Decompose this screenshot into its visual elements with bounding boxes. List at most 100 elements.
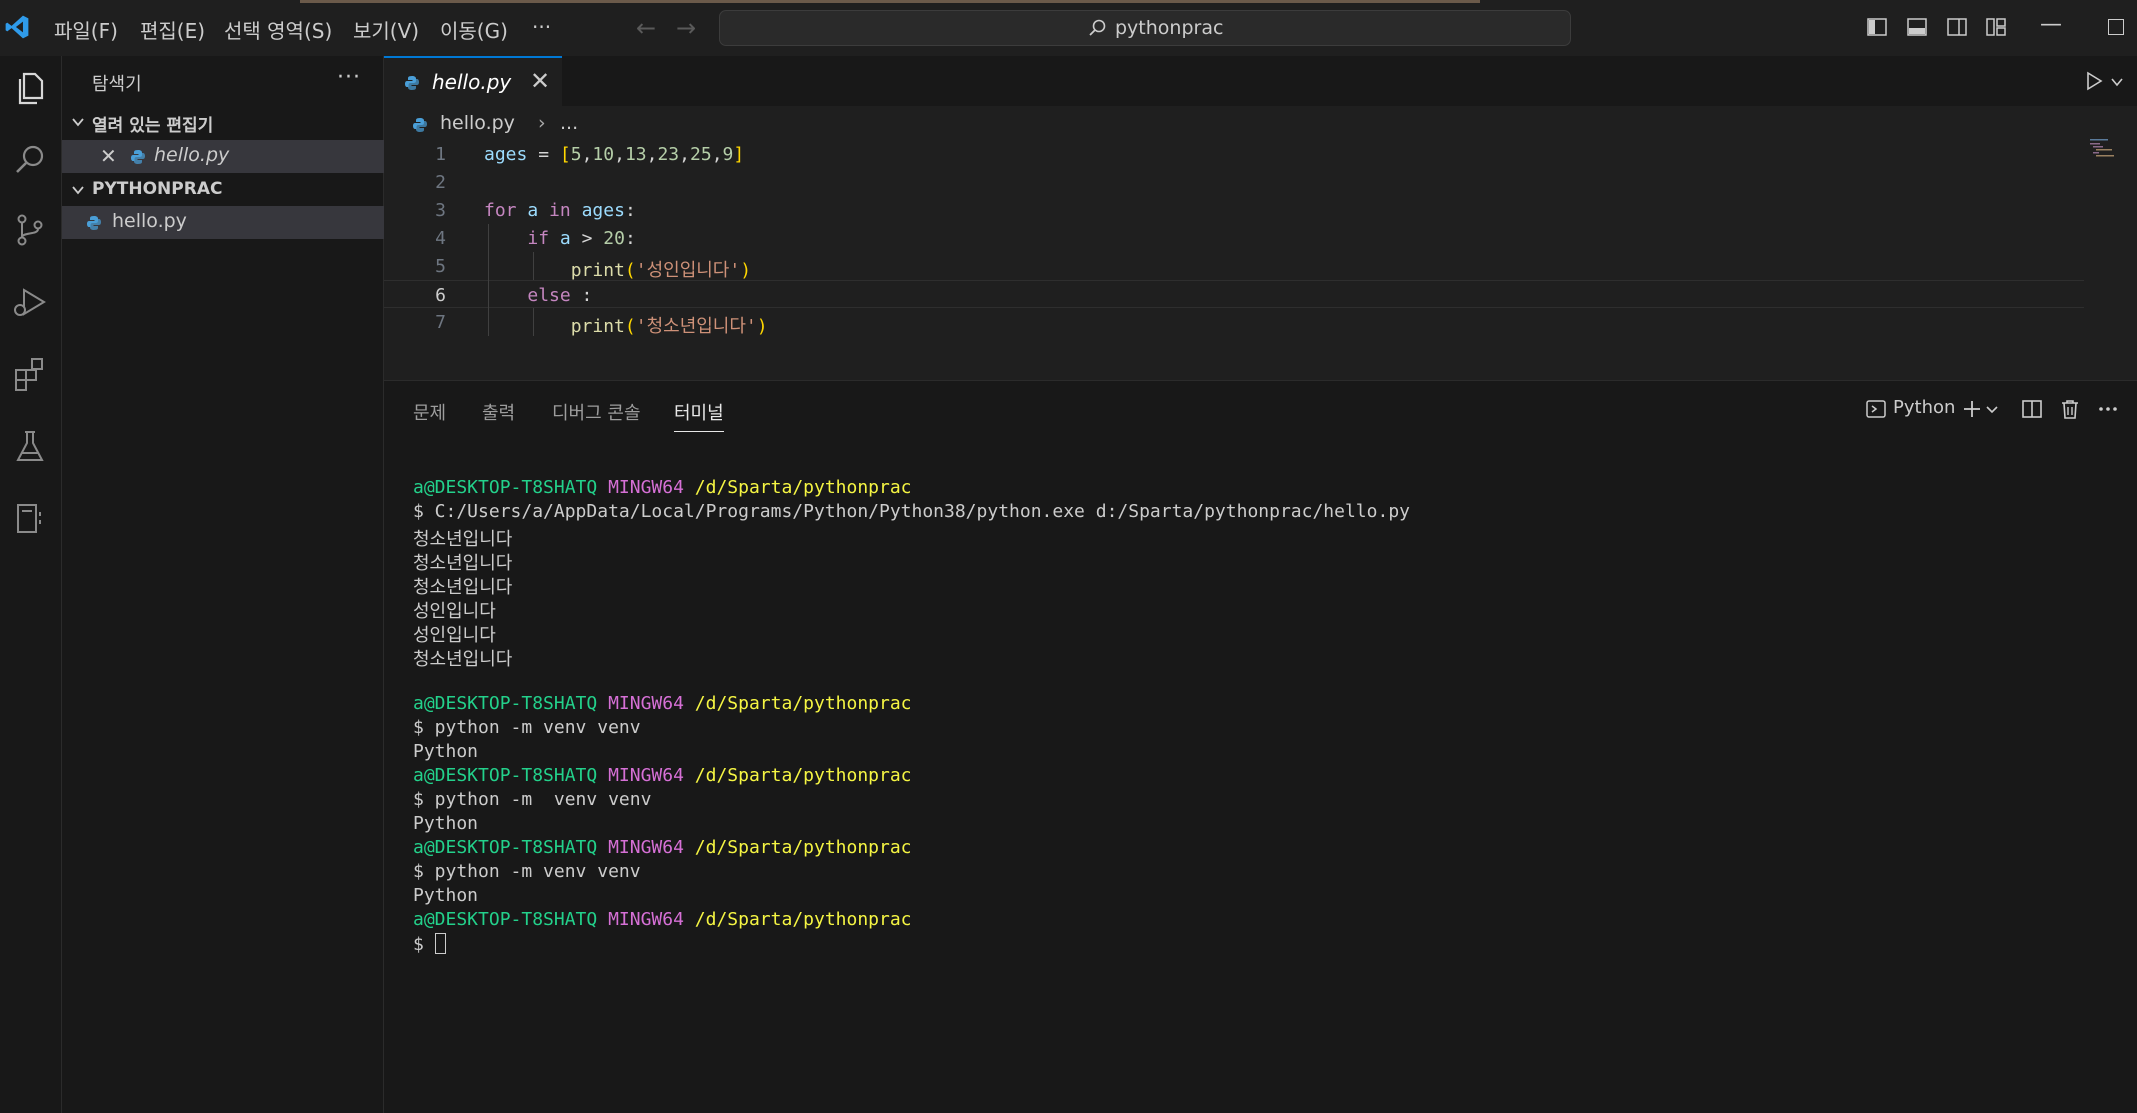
minimize-window-icon[interactable]: — [2040, 12, 2062, 37]
code-token: > [570, 228, 604, 249]
command-center-search[interactable]: pythonprac [719, 10, 1571, 46]
sidebar-more-actions[interactable]: ··· [337, 65, 361, 90]
panel-tab-terminal[interactable]: 터미널 [674, 399, 724, 432]
panel-tab-debug-console[interactable]: 디버그 콘솔 [552, 399, 641, 425]
extensions-icon[interactable] [10, 354, 50, 394]
search-icon [1089, 19, 1106, 36]
code-token: ) [740, 260, 752, 281]
code-token: = [527, 144, 560, 165]
editor-tab-bar: hello.py ✕ [384, 56, 2137, 106]
chevron-down-icon [72, 118, 84, 127]
code-text: if a > 20: [484, 228, 635, 249]
breadcrumb-more[interactable]: ... [560, 112, 578, 134]
code-token: print [570, 260, 625, 281]
split-terminal-icon[interactable] [2021, 398, 2043, 420]
toggle-secondary-sidebar-icon[interactable] [1946, 16, 1968, 38]
code-token: , [581, 144, 593, 165]
run-debug-icon[interactable] [10, 282, 50, 322]
chevron-down-icon[interactable] [1984, 398, 2000, 420]
vscode-logo-icon [5, 15, 29, 39]
code-token: print [570, 316, 625, 337]
menu-more[interactable]: ··· [532, 15, 551, 39]
indent-guide [533, 252, 534, 280]
nav-back-icon[interactable]: ← [636, 14, 656, 42]
nav-forward-icon[interactable]: → [676, 14, 696, 42]
prompt-path: /d/Sparta/pythonprac [694, 765, 912, 786]
terminal-line: Python [413, 741, 478, 765]
terminal-text: 청소년입니다 [413, 553, 513, 574]
breadcrumb-file[interactable]: hello.py [440, 112, 515, 134]
menu-go[interactable]: 이동(G) [440, 15, 508, 44]
maximize-window-icon[interactable] [2108, 19, 2124, 35]
close-editor-icon[interactable]: ✕ [100, 144, 117, 168]
code-text: print('청소년입니다') [484, 312, 768, 338]
code-token: , [614, 144, 625, 165]
remote-explorer-icon[interactable] [10, 498, 50, 538]
run-python-file-icon[interactable] [2084, 71, 2104, 91]
minimap[interactable] [2088, 138, 2116, 158]
chevron-down-icon[interactable] [2110, 75, 2124, 89]
code-token: , [711, 144, 723, 165]
source-control-icon[interactable] [10, 210, 50, 250]
code-line[interactable]: 4 if a > 20: [384, 224, 2084, 252]
prompt-input: $ [413, 934, 435, 955]
toggle-panel-icon[interactable] [1906, 16, 1928, 38]
code-token: ( [624, 316, 636, 337]
code-line[interactable]: 6 else : [384, 280, 2084, 308]
explorer-icon[interactable] [10, 68, 50, 108]
tab-hello-py[interactable]: hello.py ✕ [384, 56, 562, 106]
python-file-icon [405, 76, 419, 90]
code-token: a [559, 228, 571, 249]
prompt-user: a@DESKTOP-T8SHATQ [413, 909, 598, 930]
customize-layout-icon[interactable] [1985, 16, 2007, 38]
code-token: 23 [657, 144, 680, 165]
search-activity-icon[interactable] [10, 140, 50, 180]
terminal-line: a@DESKTOP-T8SHATQ MINGW64 /d/Sparta/pyth… [413, 477, 912, 501]
workspace-header[interactable]: PYTHONPRAC [62, 174, 384, 206]
code-token: '성인입니다' [635, 260, 741, 281]
line-number: 7 [435, 312, 446, 333]
tab-close-icon[interactable]: ✕ [530, 67, 550, 95]
kill-terminal-trash-icon[interactable] [2059, 398, 2081, 420]
file-tree-item[interactable]: hello.py [62, 206, 384, 239]
code-token: 10 [592, 144, 615, 165]
code-line[interactable]: 7 print('청소년입니다') [384, 308, 2084, 338]
code-token: a [527, 200, 539, 221]
panel-tab-output[interactable]: 출력 [482, 399, 515, 425]
open-editor-item[interactable]: ✕ hello.py [62, 140, 384, 173]
code-token: ages [581, 200, 625, 221]
wallpaper-strip [300, 0, 1480, 3]
panel-more-icon[interactable] [2097, 398, 2119, 420]
terminal-line: $ python -m venv venv [413, 789, 651, 813]
code-token: 9 [722, 144, 734, 165]
prompt-user: a@DESKTOP-T8SHATQ [413, 837, 598, 858]
menu-selection[interactable]: 선택 영역(S) [224, 15, 332, 44]
command-center-label: pythonprac [1115, 17, 1224, 39]
editor-area: hello.py ✕ hello.py › ... 1 ages = [5,10,… [384, 56, 2137, 380]
panel-tab-problems[interactable]: 문제 [413, 399, 446, 425]
code-line[interactable]: 2 [384, 168, 2084, 196]
terminal-line: $ python -m venv venv [413, 861, 641, 885]
code-line[interactable]: 5 print('성인입니다') [384, 252, 2084, 282]
toggle-primary-sidebar-icon[interactable] [1866, 16, 1888, 38]
code-text: print('성인입니다') [484, 256, 751, 282]
testing-flask-icon[interactable] [10, 426, 50, 466]
line-number: 1 [435, 144, 446, 165]
open-editors-header[interactable]: 열려 있는 편집기 [62, 106, 384, 138]
terminal-text: Python [413, 741, 479, 762]
prompt-host: MINGW64 [608, 909, 684, 930]
title-bar: 파일(F) 편집(E) 선택 영역(S) 보기(V) 이동(G) ··· ← →… [0, 0, 2137, 56]
menu-view[interactable]: 보기(V) [353, 15, 419, 44]
code-token: else [527, 285, 571, 306]
prompt-user: a@DESKTOP-T8SHATQ [413, 477, 598, 498]
menu-edit[interactable]: 편집(E) [140, 15, 205, 44]
terminal-profile-label: Python [1893, 397, 1956, 418]
new-terminal-plus-icon[interactable] [1961, 398, 1983, 420]
code-line[interactable]: 3 for a in ages: [384, 196, 2084, 224]
code-token: ages [484, 144, 528, 165]
code-line[interactable]: 1 ages = [5,10,13,23,25,9] [384, 140, 2084, 168]
menu-file[interactable]: 파일(F) [54, 15, 118, 44]
